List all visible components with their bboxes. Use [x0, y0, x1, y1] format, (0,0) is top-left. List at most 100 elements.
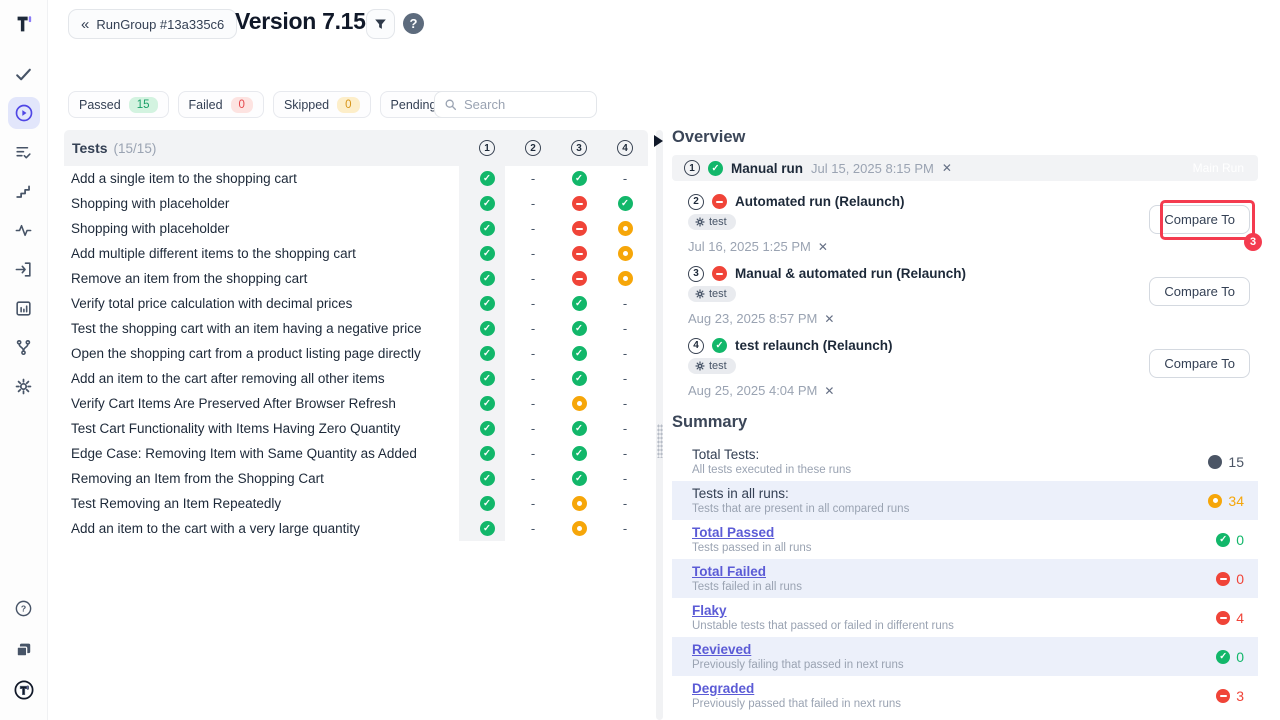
run-name: test relaunch (Relaunch)	[735, 338, 893, 353]
table-row[interactable]: Open the shopping cart from a product li…	[64, 341, 648, 366]
table-row[interactable]: Shopping with placeholder	[64, 191, 648, 216]
status-icon	[618, 346, 633, 361]
filter-chip[interactable]: Skipped 0	[273, 91, 371, 118]
remove-run-icon[interactable]: ✕	[942, 161, 952, 175]
table-row[interactable]: Add a single item to the shopping cart	[64, 166, 648, 191]
status-icon	[526, 246, 541, 261]
summary-row[interactable]: Total Tests: All tests executed in these…	[672, 442, 1258, 481]
compare-to-button[interactable]: Compare To	[1149, 205, 1250, 234]
search-box[interactable]	[434, 91, 597, 118]
summary-row[interactable]: Flaky Unstable tests that passed or fail…	[672, 598, 1258, 637]
remove-run-icon[interactable]: ✕	[824, 312, 834, 326]
table-row[interactable]: Test the shopping cart with an item havi…	[64, 316, 648, 341]
remove-run-icon[interactable]: ✕	[824, 384, 834, 398]
status-icon	[572, 271, 587, 286]
sidebar-item-list-check[interactable]	[8, 136, 40, 168]
table-row[interactable]: Add multiple different items to the shop…	[64, 241, 648, 266]
remove-run-icon[interactable]: ✕	[818, 240, 828, 254]
status-icon	[480, 171, 495, 186]
summary-row-label[interactable]: Total Tests:	[692, 447, 1208, 462]
table-row[interactable]: Test Cart Functionality with Items Havin…	[64, 416, 648, 441]
status-icon	[572, 246, 587, 261]
status-icon	[480, 471, 495, 486]
filter-button[interactable]	[366, 9, 395, 39]
summary-row[interactable]: Degraded Previously passed that failed i…	[672, 676, 1258, 715]
summary-row-value: 34	[1208, 493, 1244, 509]
summary-value-number: 34	[1228, 493, 1244, 509]
status-cell-run3	[556, 471, 602, 486]
run-column-header[interactable]: 1	[464, 140, 510, 156]
run-column-header[interactable]: 3	[556, 140, 602, 156]
main-run-row[interactable]: 1 Manual run Jul 15, 2025 8:15 PM ✕ Main…	[672, 155, 1258, 181]
table-row[interactable]: Shopping with placeholder	[64, 216, 648, 241]
summary-row-label[interactable]: Flaky	[692, 603, 1216, 618]
run-tag[interactable]: test	[688, 214, 736, 230]
summary-row-value: 0	[1216, 571, 1244, 587]
status-icon	[526, 221, 541, 236]
run-column-header[interactable]: 4	[602, 140, 648, 156]
compare-to-button[interactable]: Compare To	[1149, 349, 1250, 378]
summary-value-number: 0	[1236, 532, 1244, 548]
sidebar-item-projects[interactable]	[8, 633, 40, 665]
help-button[interactable]: ?	[403, 13, 424, 34]
sidebar-item-steps[interactable]	[8, 175, 40, 207]
status-icon	[480, 371, 495, 386]
table-row[interactable]: Add an item to the cart with a very larg…	[64, 516, 648, 541]
table-row[interactable]: Removing an Item from the Shopping Cart	[64, 466, 648, 491]
run-tag[interactable]: test	[688, 358, 736, 374]
back-to-rungroup-button[interactable]: « RunGroup #13a335c6	[68, 9, 237, 39]
status-icon	[480, 496, 495, 511]
test-name: Add an item to the cart after removing a…	[71, 371, 464, 386]
table-row[interactable]: Verify total price calculation with deci…	[64, 291, 648, 316]
sidebar-item-settings[interactable]	[8, 370, 40, 402]
run-name: Manual & automated run (Relaunch)	[735, 266, 966, 281]
summary-row[interactable]: Tests in all runs: Tests that are presen…	[672, 481, 1258, 520]
run-status-icon	[712, 194, 727, 209]
status-icon	[572, 396, 587, 411]
run-number-icon: 2	[688, 194, 704, 210]
sidebar-item-account[interactable]	[8, 674, 40, 706]
run-column-header[interactable]: 2	[510, 140, 556, 156]
gear-icon	[695, 289, 705, 299]
status-cell-run3	[556, 221, 602, 236]
status-icon	[526, 496, 541, 511]
status-cell-run3	[556, 521, 602, 536]
summary-row[interactable]: Total Passed Tests passed in all runs 0	[672, 520, 1258, 559]
sidebar-item-pulse[interactable]	[8, 214, 40, 246]
run-tag[interactable]: test	[688, 286, 736, 302]
summary-row-label[interactable]: Revieved	[692, 642, 1216, 657]
sidebar-item-import[interactable]	[8, 253, 40, 285]
collapse-panel-icon[interactable]	[654, 135, 663, 147]
summary-row-label[interactable]: Total Failed	[692, 564, 1216, 579]
table-row[interactable]: Verify Cart Items Are Preserved After Br…	[64, 391, 648, 416]
sidebar-item-runs[interactable]	[8, 97, 40, 129]
check-icon	[14, 65, 33, 84]
search-input[interactable]	[464, 97, 574, 112]
sidebar-item-check[interactable]	[8, 58, 40, 90]
sidebar-item-branches[interactable]	[8, 331, 40, 363]
summary-row-texts: Total Failed Tests failed in all runs	[692, 564, 1216, 593]
table-row[interactable]: Test Removing an Item Repeatedly	[64, 491, 648, 516]
status-icon	[618, 271, 633, 286]
summary-row-label[interactable]: Degraded	[692, 681, 1216, 696]
logo[interactable]	[13, 10, 35, 38]
sidebar-item-help[interactable]: ?	[8, 592, 40, 624]
status-cell-run1	[464, 396, 510, 411]
table-row[interactable]: Edge Case: Removing Item with Same Quant…	[64, 441, 648, 466]
summary-row-label[interactable]: Tests in all runs:	[692, 486, 1208, 501]
summary-row-description: Tests failed in all runs	[692, 581, 1216, 593]
resize-drag-handle[interactable]	[657, 424, 663, 458]
status-cell-run2	[510, 196, 556, 211]
summary-row[interactable]: Total Failed Tests failed in all runs 0	[672, 559, 1258, 598]
compare-to-button[interactable]: Compare To	[1149, 277, 1250, 306]
status-icon	[526, 421, 541, 436]
summary-row-label[interactable]: Total Passed	[692, 525, 1216, 540]
filter-chip[interactable]: Passed 15	[68, 91, 169, 118]
table-row[interactable]: Add an item to the cart after removing a…	[64, 366, 648, 391]
summary-row-description: Tests passed in all runs	[692, 542, 1216, 554]
run-status-icon	[712, 338, 727, 353]
sidebar-item-reports[interactable]	[8, 292, 40, 324]
table-row[interactable]: Remove an item from the shopping cart	[64, 266, 648, 291]
filter-chip[interactable]: Failed 0	[178, 91, 264, 118]
summary-row[interactable]: Revieved Previously failing that passed …	[672, 637, 1258, 676]
